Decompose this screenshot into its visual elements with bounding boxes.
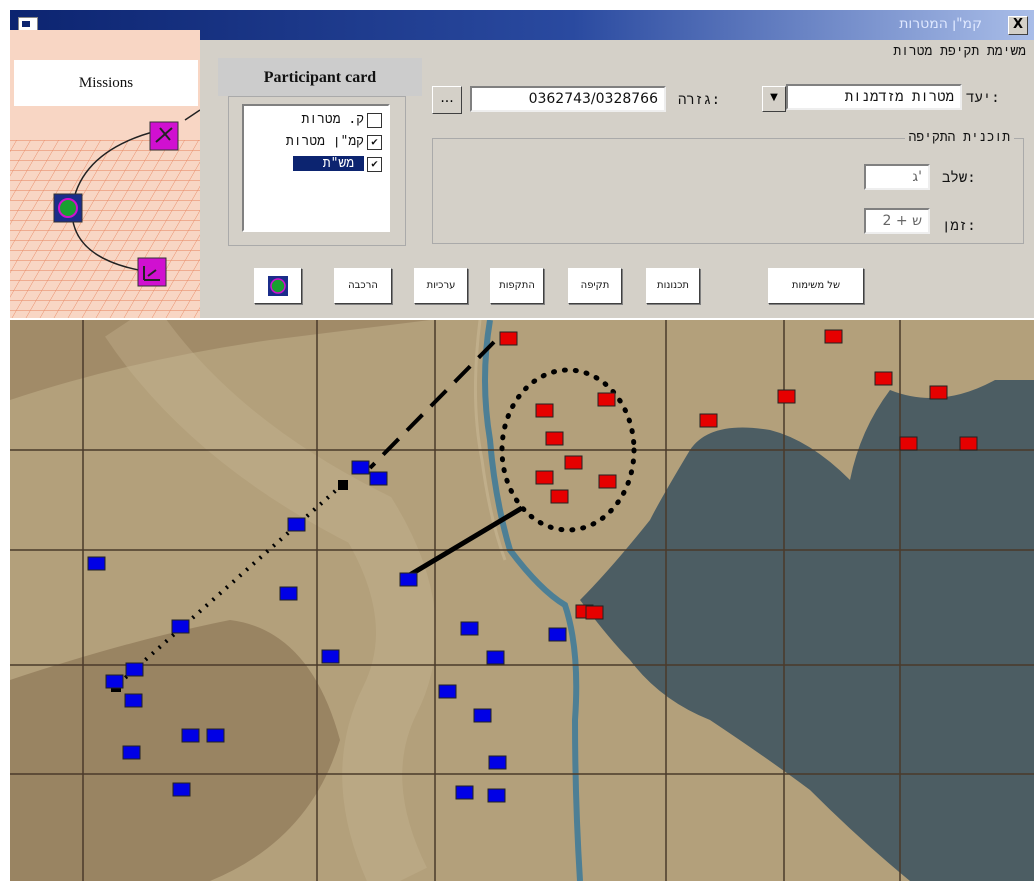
participant-label: ק. מטרות	[301, 112, 364, 127]
globe-icon	[268, 276, 288, 296]
red-unit-marker[interactable]	[585, 605, 604, 620]
red-unit-marker[interactable]	[899, 436, 918, 451]
blue-unit-marker[interactable]	[548, 627, 567, 642]
list-item[interactable]: ✔ מש"ת	[248, 154, 384, 176]
globe-node-icon[interactable]	[53, 193, 83, 223]
blue-unit-marker[interactable]	[487, 788, 506, 803]
composition-button[interactable]: הרכבה	[334, 268, 392, 304]
blue-unit-marker[interactable]	[351, 460, 370, 475]
frame-title: משימת תקיפת מטרות	[893, 44, 1026, 59]
app-window: קמ"ן המטרות X משימת תקיפת מטרות Missions…	[0, 0, 1034, 885]
time-label: זמן:	[942, 218, 976, 234]
participant-checkbox[interactable]: ✔	[367, 135, 382, 150]
red-unit-marker[interactable]	[550, 489, 569, 504]
blue-unit-marker[interactable]	[488, 755, 507, 770]
blue-unit-marker[interactable]	[321, 649, 340, 664]
blue-unit-marker[interactable]	[399, 572, 418, 587]
preparations-button[interactable]: ערכיות	[414, 268, 468, 304]
blue-unit-marker[interactable]	[473, 708, 492, 723]
stage-label: שלב:	[942, 170, 976, 186]
red-unit-marker[interactable]	[597, 392, 616, 407]
red-unit-marker[interactable]	[535, 470, 554, 485]
chart-node-icon[interactable]	[137, 257, 167, 287]
target-label: יעד:	[966, 90, 1000, 106]
attack-button[interactable]: התקפות	[490, 268, 544, 304]
sector-field[interactable]: 0362743/0328766	[470, 86, 666, 112]
participant-label: קמ"ן מטרות	[285, 134, 364, 149]
tab-participant-card[interactable]: Participant card	[218, 58, 422, 96]
red-unit-marker[interactable]	[535, 403, 554, 418]
blue-unit-marker[interactable]	[369, 471, 388, 486]
window-title: קמ"ן המטרות	[899, 16, 982, 32]
blue-unit-marker[interactable]	[105, 674, 124, 689]
blue-unit-marker[interactable]	[279, 586, 298, 601]
strike-node-icon[interactable]	[149, 121, 179, 151]
globe-button[interactable]	[254, 268, 302, 304]
red-unit-marker[interactable]	[564, 455, 583, 470]
red-unit-marker[interactable]	[824, 329, 843, 344]
route-end-marker	[338, 480, 348, 490]
red-unit-marker[interactable]	[499, 331, 518, 346]
participant-label: מש"ת	[292, 156, 364, 171]
blue-unit-marker[interactable]	[87, 556, 106, 571]
blue-unit-marker[interactable]	[122, 745, 141, 760]
blue-unit-marker[interactable]	[124, 693, 143, 708]
close-button[interactable]: X	[1008, 16, 1028, 35]
tab-missions[interactable]: Missions	[14, 60, 198, 106]
blue-unit-marker[interactable]	[181, 728, 200, 743]
participant-checkbox[interactable]: ✔	[367, 157, 382, 172]
blue-unit-marker[interactable]	[171, 619, 190, 634]
planning-button[interactable]: תכנונות	[646, 268, 700, 304]
blue-unit-marker[interactable]	[206, 728, 225, 743]
attack-plan-group	[432, 138, 1024, 244]
browse-button[interactable]: ...	[432, 86, 462, 114]
red-unit-marker[interactable]	[874, 371, 893, 386]
missions-list-button[interactable]: של משימות	[768, 268, 864, 304]
red-unit-marker[interactable]	[699, 413, 718, 428]
tactical-map[interactable]	[10, 303, 1034, 885]
time-field[interactable]: ש + 2	[864, 208, 930, 234]
blue-unit-marker[interactable]	[455, 785, 474, 800]
blue-unit-marker[interactable]	[172, 782, 191, 797]
map-canvas[interactable]	[10, 303, 1034, 885]
blue-unit-marker[interactable]	[287, 517, 306, 532]
participants-list[interactable]: ק. מטרות ✔ קמ"ן מטרות ✔ מש"ת	[242, 104, 390, 232]
list-item[interactable]: ק. מטרות	[248, 110, 384, 132]
red-unit-marker[interactable]	[598, 474, 617, 489]
blue-unit-marker[interactable]	[438, 684, 457, 699]
blue-unit-marker[interactable]	[125, 662, 144, 677]
blue-unit-marker[interactable]	[460, 621, 479, 636]
sector-label: גזרה:	[678, 92, 721, 108]
red-unit-marker[interactable]	[777, 389, 796, 404]
participant-checkbox[interactable]	[367, 113, 382, 128]
list-item[interactable]: ✔ קמ"ן מטרות	[248, 132, 384, 154]
red-unit-marker[interactable]	[929, 385, 948, 400]
red-unit-marker[interactable]	[545, 431, 564, 446]
target-dropdown-button[interactable]: ▼	[762, 86, 786, 112]
strike-button[interactable]: תקיפה	[568, 268, 622, 304]
target-select[interactable]: מטרות מזדמנות	[786, 84, 962, 110]
red-unit-marker[interactable]	[959, 436, 978, 451]
stage-field[interactable]: ג'	[864, 164, 930, 190]
attack-plan-title: תוכנית התקיפה	[904, 130, 1014, 145]
blue-unit-marker[interactable]	[486, 650, 505, 665]
